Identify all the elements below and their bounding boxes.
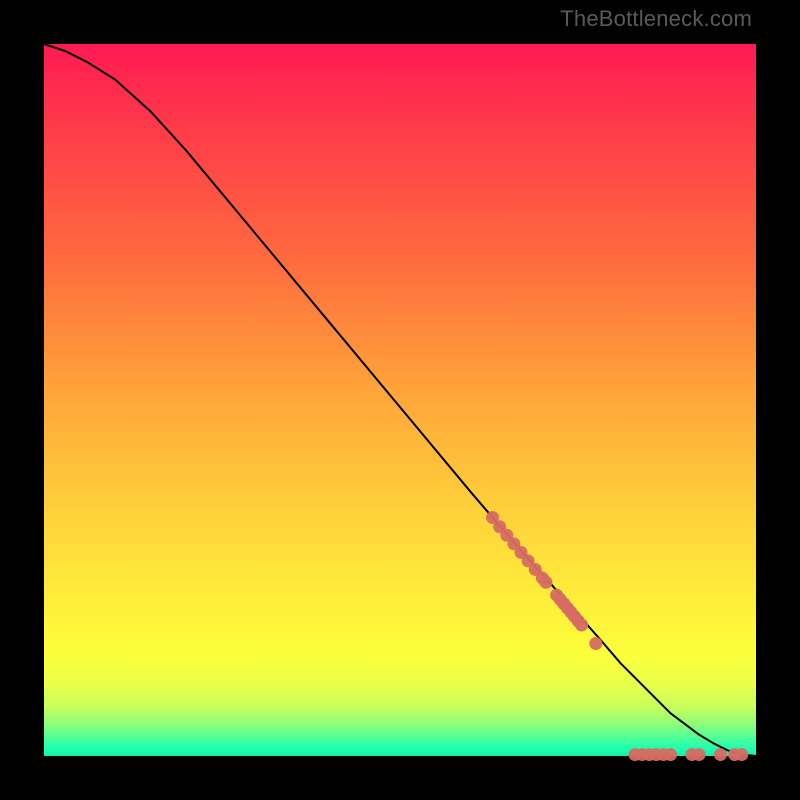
data-marker	[693, 748, 706, 761]
data-marker	[589, 637, 602, 650]
data-curve	[44, 44, 756, 756]
data-marker	[664, 748, 677, 761]
chart-svg	[44, 44, 756, 756]
data-markers	[486, 511, 748, 761]
data-marker	[714, 748, 727, 761]
plot-area	[44, 44, 756, 756]
chart-frame: TheBottleneck.com	[0, 0, 800, 800]
watermark-text: TheBottleneck.com	[560, 6, 752, 32]
data-marker	[539, 576, 552, 589]
data-marker	[575, 618, 588, 631]
data-marker	[735, 748, 748, 761]
